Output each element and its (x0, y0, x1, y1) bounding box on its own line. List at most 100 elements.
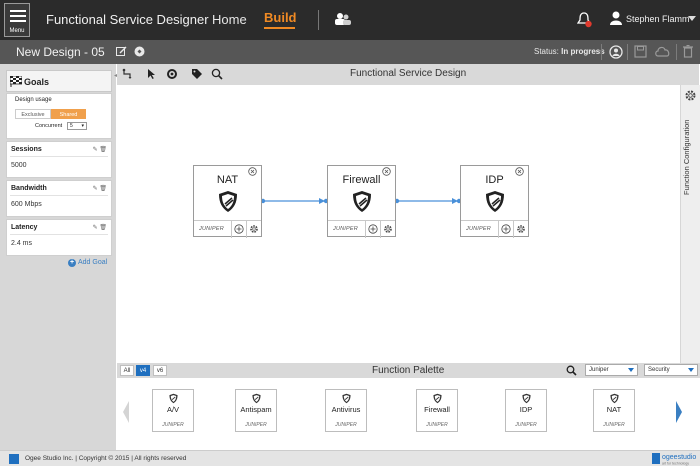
chevron-down-icon: ▾ (81, 123, 84, 129)
divider (498, 221, 499, 238)
close-icon[interactable] (248, 167, 257, 178)
add-icon[interactable] (234, 224, 244, 236)
user-icon[interactable] (610, 11, 622, 27)
concurrent-select[interactable]: 5 ▾ (67, 122, 87, 130)
gear-icon[interactable] (516, 224, 526, 236)
function-node-firewall[interactable]: Firewall JUNIPER (327, 165, 396, 238)
palette-item-nat[interactable]: NAT JUNIPER (593, 389, 635, 432)
shield-icon (352, 190, 372, 215)
company-logo-icon (9, 454, 19, 464)
trash-icon[interactable] (683, 44, 693, 60)
users-icon[interactable] (335, 12, 351, 28)
status-value: In progress (561, 47, 605, 56)
divider (10, 156, 108, 157)
palette-item-name: NAT (606, 405, 622, 414)
concurrent-value: 5 (70, 123, 73, 129)
palette-item-av[interactable]: A/V JUNIPER (152, 389, 194, 432)
vendor-logo: JUNIPER (199, 226, 224, 232)
add-icon[interactable] (501, 224, 511, 236)
checkered-flag-icon (9, 75, 23, 89)
nav-build[interactable]: Build (264, 10, 297, 25)
version-filter-v4[interactable]: v4 (136, 365, 150, 376)
edit-icon[interactable]: ✎ (93, 225, 98, 231)
category-select-value: Security (648, 367, 670, 373)
search-icon[interactable] (566, 365, 577, 378)
connector-tool-icon[interactable] (122, 68, 134, 82)
palette-item-idp[interactable]: IDP JUNIPER (505, 389, 547, 432)
user-name[interactable]: Stephen Flamm (626, 14, 690, 24)
tag-tool-icon[interactable] (191, 68, 203, 82)
cloud-upload-icon[interactable] (654, 45, 672, 60)
goal-value: 5000 (11, 162, 27, 169)
goal-card-latency[interactable]: Latency ✎ 🗑 2.4 ms (6, 219, 112, 256)
palette-item-name: A/V (166, 405, 180, 414)
palette-item-antivirus[interactable]: Antivirus JUNIPER (325, 389, 367, 432)
chevron-right-icon[interactable] (676, 401, 682, 423)
edit-icon[interactable]: ✎ (93, 186, 98, 192)
close-icon[interactable] (515, 167, 524, 178)
edit-icon[interactable] (116, 46, 127, 59)
palette-item-name: Firewall (424, 405, 450, 414)
palette-item-antispam[interactable]: Antispam JUNIPER (235, 389, 277, 432)
version-filter-v6[interactable]: v6 (153, 365, 167, 376)
pointer-tool-icon[interactable] (146, 68, 156, 82)
info-icon[interactable] (134, 46, 145, 59)
design-canvas[interactable]: NAT JUNIPER Firewall JUNIPER IDP JUNIPER (117, 85, 680, 363)
usage-shared-toggle[interactable]: Shared (51, 109, 86, 119)
divider (601, 44, 602, 60)
shield-icon (218, 190, 238, 215)
vendor-logo: JUNIPER (603, 422, 625, 428)
trash-icon[interactable]: 🗑 (99, 225, 107, 231)
version-filter-all[interactable]: All (120, 365, 134, 376)
close-icon[interactable] (382, 167, 391, 178)
vendor-select[interactable]: Juniper (585, 364, 638, 376)
publish-icon[interactable] (609, 45, 623, 61)
trash-icon[interactable]: 🗑 (99, 186, 107, 192)
copyright-text: Ogee Studio Inc. | Copyright © 2015 | Al… (25, 455, 187, 462)
chevron-down-icon (628, 368, 634, 372)
vendor-logo: JUNIPER (426, 422, 448, 428)
shield-icon (485, 190, 505, 215)
save-icon[interactable] (634, 45, 647, 60)
goal-actions: ✎ 🗑 (93, 185, 107, 192)
gear-icon[interactable] (249, 224, 259, 236)
trash-icon[interactable]: 🗑 (99, 147, 107, 153)
palette-item-name: IDP (519, 405, 533, 414)
design-name: New Design - 05 (16, 45, 105, 59)
palette-item-firewall[interactable]: Firewall JUNIPER (416, 389, 458, 432)
plus-circle-icon: + (68, 259, 76, 267)
chevron-down-icon[interactable] (688, 16, 696, 21)
vendor-logo: JUNIPER (466, 226, 491, 232)
target-tool-icon[interactable] (166, 68, 178, 82)
function-configuration-label: Function Configuration (682, 119, 691, 195)
goal-actions: ✎ 🗑 (93, 224, 107, 231)
zoom-tool-icon[interactable] (211, 68, 225, 83)
nav-home[interactable]: Home (212, 12, 247, 27)
nav-divider (318, 10, 319, 30)
function-node-idp[interactable]: IDP JUNIPER (460, 165, 529, 238)
add-goal-button[interactable]: + Add Goal (68, 259, 107, 267)
edit-icon[interactable]: ✎ (93, 147, 98, 153)
palette-title: Function Palette (372, 365, 445, 376)
gear-icon[interactable] (383, 224, 393, 236)
menu-button[interactable]: Menu (4, 3, 30, 37)
design-bar: New Design - 05 Status: In progress (0, 40, 700, 64)
brand-tagline: art for technology (662, 462, 689, 466)
vendor-logo: JUNIPER (335, 422, 357, 428)
concurrent-label: Concurrent (35, 123, 63, 129)
goals-panel: Goals ◂◂ Design usage Exclusive Shared C… (0, 64, 120, 450)
brand-name: ogeestudio (662, 454, 696, 461)
divider (246, 221, 247, 238)
top-bar: Menu Functional Service Designer Home Bu… (0, 0, 700, 40)
canvas-title: Functional Service Design (350, 68, 467, 79)
goal-card-bandwidth[interactable]: Bandwidth ✎ 🗑 600 Mbps (6, 180, 112, 217)
notification-bell-icon[interactable] (576, 11, 593, 31)
function-node-nat[interactable]: NAT JUNIPER (193, 165, 262, 238)
chevron-left-icon[interactable] (123, 401, 129, 423)
add-icon[interactable] (368, 224, 378, 236)
goal-card-sessions[interactable]: Sessions ✎ 🗑 5000 (6, 141, 112, 178)
goals-header: Goals ◂◂ (6, 70, 120, 92)
function-footer: JUNIPER (461, 220, 528, 238)
usage-exclusive-toggle[interactable]: Exclusive (15, 109, 51, 119)
category-select[interactable]: Security (644, 364, 698, 376)
